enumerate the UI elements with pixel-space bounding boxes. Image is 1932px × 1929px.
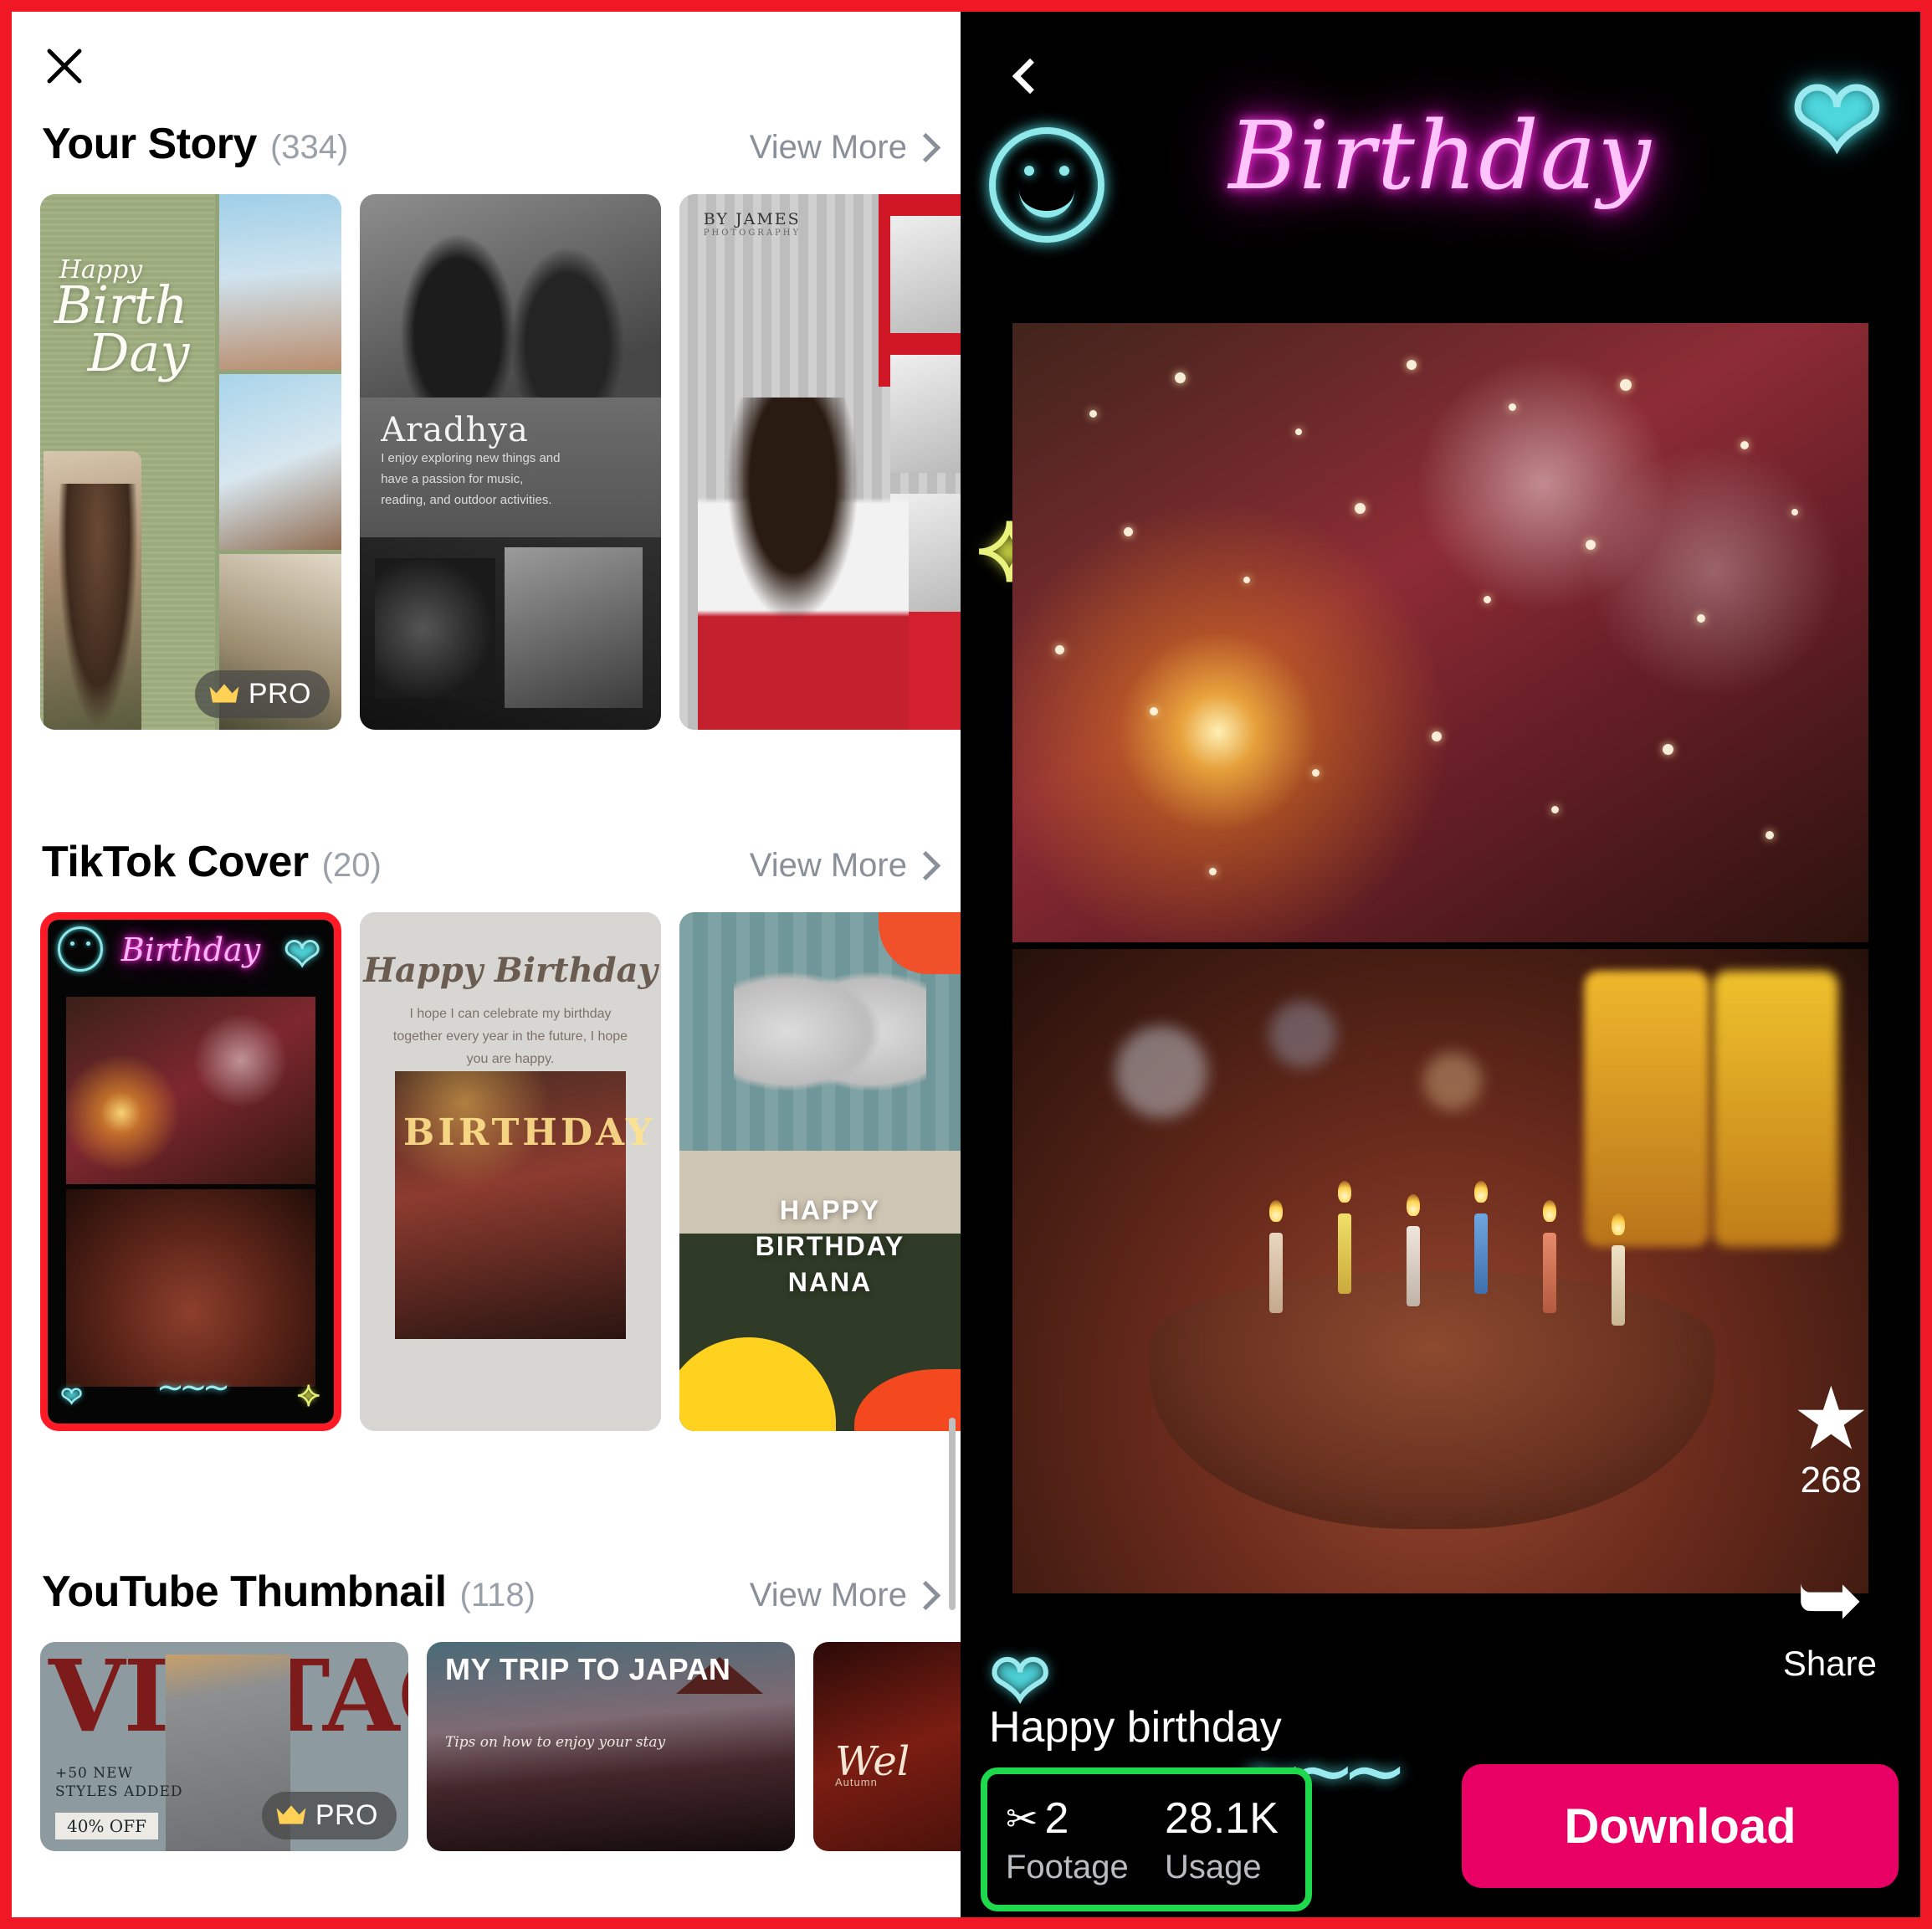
- card-artwork: BY JAMES PHOTOGRAPHY: [679, 194, 961, 730]
- card-sub: +50 NEW STYLES ADDED: [55, 1764, 183, 1800]
- view-more-label: View More: [749, 129, 907, 166]
- card-overlay-word: BIRTHDAY: [403, 1111, 656, 1154]
- heart-outline-icon: ❤: [60, 1383, 84, 1412]
- card-artwork: HAPPY BIRTHDAY NANA: [679, 912, 961, 1431]
- template-card-happy-birthday-beige-cover[interactable]: Happy Birthday I hope I can celebrate my…: [360, 912, 661, 1431]
- template-card-happy-birthday-collage[interactable]: Happy Birth Day PRO: [40, 194, 341, 730]
- template-card-vintage-thumbnail[interactable]: VINTAG +50 NEW STYLES ADDED 40% OFF PRO: [40, 1642, 408, 1851]
- template-card-japan-trip-thumbnail[interactable]: MY TRIP TO JAPAN Tips on how to enjoy yo…: [427, 1642, 795, 1851]
- template-card-autumn-welcome-thumbnail[interactable]: Wel Autumn: [813, 1642, 961, 1851]
- template-preview-panel: ❤ Birthday ✦ ★ 268 ➥ Share ❤ Happy birth…: [961, 0, 1932, 1929]
- view-more-tiktok-cover[interactable]: View More: [750, 849, 932, 882]
- download-button[interactable]: Download: [1462, 1764, 1899, 1888]
- card-label: BY JAMES PHOTOGRAPHY: [703, 210, 802, 239]
- card-artwork: Birthday ❤ ❤ ∼∼∼ ✦: [48, 920, 334, 1424]
- card-script-text: Happy Birth Day: [54, 254, 190, 384]
- card-title: Aradhya: [381, 411, 529, 450]
- section-title: Your Story: [42, 120, 257, 168]
- card-sub: Tips on how to enjoy your stay: [445, 1734, 666, 1751]
- card-artwork: MY TRIP TO JAPAN Tips on how to enjoy yo…: [427, 1642, 795, 1851]
- template-browser-panel: Your Story (334) View More Happy Birth D…: [0, 0, 961, 1929]
- section-tiktok-cover: TikTok Cover (20) View More Birthday ❤ ❤…: [12, 840, 961, 1431]
- stat-value: 28.1K: [1165, 1793, 1279, 1843]
- youtube-thumbnail-rail[interactable]: VINTAG +50 NEW STYLES ADDED 40% OFF PRO: [12, 1642, 961, 1851]
- section-youtube-thumbnail: YouTube Thumbnail (118) View More VINTAG…: [12, 1570, 961, 1851]
- template-card-aradhya-bw-magazine[interactable]: Aradhya I enjoy exploring new things and…: [360, 194, 661, 730]
- vertical-scrollbar[interactable]: [949, 1418, 956, 1610]
- section-count: (118): [459, 1577, 536, 1613]
- download-label: Download: [1564, 1798, 1796, 1854]
- card-title: Happy Birthday: [363, 951, 658, 990]
- template-card-balloon-18-cover[interactable]: HAPPY BIRTHDAY NANA: [679, 912, 961, 1431]
- favorite-button[interactable]: ★ 268: [1792, 1376, 1870, 1501]
- heart-outline-icon: ❤: [283, 931, 322, 979]
- close-icon[interactable]: [32, 33, 97, 99]
- app-root: Your Story (334) View More Happy Birth D…: [0, 0, 1932, 1929]
- pro-badge-label: PRO: [315, 1799, 378, 1831]
- section-title: TikTok Cover: [42, 838, 309, 886]
- tiktok-cover-rail[interactable]: Birthday ❤ ❤ ∼∼∼ ✦ Happy Birthday I hope…: [12, 912, 961, 1431]
- star-sparkle-icon: ✦: [295, 1380, 321, 1413]
- scissors-icon: ✂: [1006, 1796, 1038, 1840]
- pro-badge-label: PRO: [248, 678, 311, 710]
- preview-neon-title: Birthday: [1228, 102, 1653, 211]
- card-body: I enjoy exploring new things and have a …: [381, 451, 561, 507]
- share-label: Share: [1782, 1644, 1877, 1683]
- preview-photo-top: [1012, 323, 1868, 942]
- card-headline: MY TRIP TO JAPAN: [445, 1652, 731, 1686]
- chevron-right-icon: [915, 851, 932, 880]
- section-title: YouTube Thumbnail: [42, 1567, 447, 1616]
- section-header: Your Story (334) View More: [12, 122, 961, 181]
- pro-badge: PRO: [261, 1792, 397, 1839]
- section-count: (20): [321, 847, 382, 884]
- template-stats: ✂ 2 Footage 28.1K Usage: [981, 1767, 1312, 1911]
- view-more-your-story[interactable]: View More: [750, 131, 932, 164]
- crown-icon: [276, 1804, 306, 1824]
- your-story-rail[interactable]: Happy Birth Day PRO Aradhya I enjoy expl…: [12, 194, 961, 730]
- view-more-label: View More: [749, 847, 907, 884]
- template-card-red-fashion-collage[interactable]: BY JAMES PHOTOGRAPHY: [679, 194, 961, 730]
- card-artwork: Happy Birthday I hope I can celebrate my…: [360, 912, 661, 1431]
- card-sub: Autumn: [835, 1776, 878, 1788]
- back-arrow-icon[interactable]: [999, 49, 1054, 104]
- card-body: I hope I can celebrate my birthday toget…: [392, 1007, 628, 1067]
- card-artwork: Wel Autumn: [813, 1642, 961, 1851]
- card-artwork: Aradhya I enjoy exploring new things and…: [360, 194, 661, 730]
- template-card-neon-birthday-cover[interactable]: Birthday ❤ ❤ ∼∼∼ ✦: [40, 912, 341, 1431]
- crown-icon: [209, 683, 239, 702]
- view-more-youtube-thumbnail[interactable]: View More: [750, 1578, 932, 1612]
- preview-canvas: ❤ Birthday ✦ ★ 268 ➥ Share ❤ Happy birth…: [961, 12, 1920, 1917]
- chevron-right-icon: [915, 133, 932, 162]
- stat-footage: ✂ 2 Footage: [987, 1793, 1146, 1886]
- star-icon: ★: [1791, 1371, 1870, 1468]
- stat-label: Footage: [1006, 1848, 1129, 1885]
- share-button[interactable]: ➥ Share: [1783, 1560, 1877, 1684]
- section-header: YouTube Thumbnail (118) View More: [12, 1570, 961, 1629]
- card-artwork: Happy Birth Day: [40, 194, 341, 730]
- stat-label: Usage: [1165, 1848, 1262, 1885]
- section-count: (334): [269, 129, 349, 166]
- preview-photo-bottom: [1012, 949, 1868, 1593]
- wave-decoration-icon: ∼∼∼: [156, 1369, 231, 1406]
- section-your-story: Your Story (334) View More Happy Birth D…: [12, 122, 961, 730]
- template-browser-scroll[interactable]: Your Story (334) View More Happy Birth D…: [12, 12, 961, 1917]
- section-header: TikTok Cover (20) View More: [12, 840, 961, 899]
- share-arrow-icon: ➥: [1796, 1555, 1864, 1644]
- favorite-count: 268: [1800, 1460, 1863, 1501]
- stat-value: 2: [1044, 1793, 1069, 1843]
- stat-usage: 28.1K Usage: [1146, 1793, 1305, 1886]
- card-badge: 40% OFF: [55, 1813, 158, 1839]
- chevron-right-icon: [915, 1581, 932, 1609]
- pro-badge: PRO: [194, 670, 330, 718]
- view-more-label: View More: [749, 1577, 907, 1613]
- card-text: HAPPY BIRTHDAY NANA: [755, 1194, 905, 1298]
